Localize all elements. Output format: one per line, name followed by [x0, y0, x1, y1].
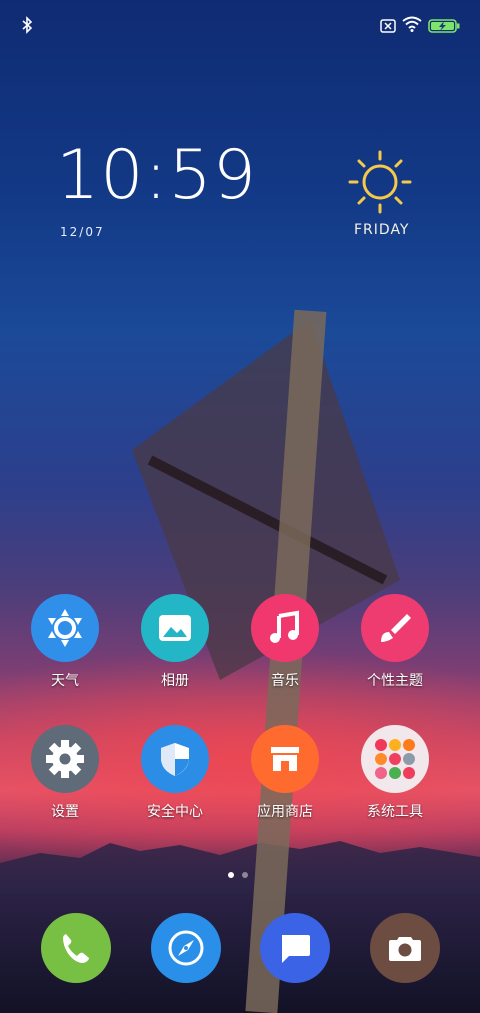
bluetooth-icon [20, 16, 34, 38]
compass-browser-icon [168, 930, 204, 966]
dock-camera[interactable] [370, 913, 440, 983]
gallery-icon [141, 594, 209, 662]
app-label: 个性主题 [367, 673, 423, 689]
app-label: 应用商店 [257, 804, 313, 820]
theme-brush-icon [361, 594, 429, 662]
music-icon [251, 594, 319, 662]
sun-icon[interactable] [344, 146, 416, 218]
app-security[interactable]: 安全中心 [120, 725, 230, 845]
app-gallery[interactable]: 相册 [120, 594, 230, 714]
gear-icon [31, 725, 99, 793]
phone-icon [63, 934, 89, 963]
app-label: 安全中心 [147, 804, 203, 820]
weather-icon [31, 594, 99, 662]
app-label: 音乐 [271, 673, 299, 689]
page-dot-active [228, 872, 234, 878]
app-weather[interactable]: 天气 [10, 594, 120, 714]
battery-charging-icon [428, 18, 460, 37]
app-settings[interactable]: 设置 [10, 725, 120, 845]
weather-day: FRIDAY [354, 222, 410, 238]
app-label: 设置 [51, 804, 79, 820]
app-themes[interactable]: 个性主题 [340, 594, 450, 714]
page-indicator [228, 872, 252, 880]
page-dot [242, 872, 248, 878]
folder-system-tools[interactable]: 系统工具 [340, 725, 450, 845]
app-music[interactable]: 音乐 [230, 594, 340, 714]
app-label: 相册 [161, 673, 189, 689]
status-bar [0, 0, 480, 48]
app-label: 天气 [51, 673, 79, 689]
app-store[interactable]: 应用商店 [230, 725, 340, 845]
wifi-icon [402, 16, 422, 36]
folder-icon [361, 725, 429, 793]
no-sim-icon [380, 18, 396, 37]
dock-phone[interactable] [41, 913, 111, 983]
store-icon [251, 725, 319, 793]
app-label: 系统工具 [367, 804, 423, 820]
shield-icon [141, 725, 209, 793]
message-icon [282, 935, 310, 963]
clock-time[interactable]: 10:59 [56, 136, 257, 215]
camera-icon [389, 937, 421, 961]
dock-messages[interactable] [260, 913, 330, 983]
clock-date: 12/07 [60, 225, 105, 239]
dock-browser[interactable] [151, 913, 221, 983]
